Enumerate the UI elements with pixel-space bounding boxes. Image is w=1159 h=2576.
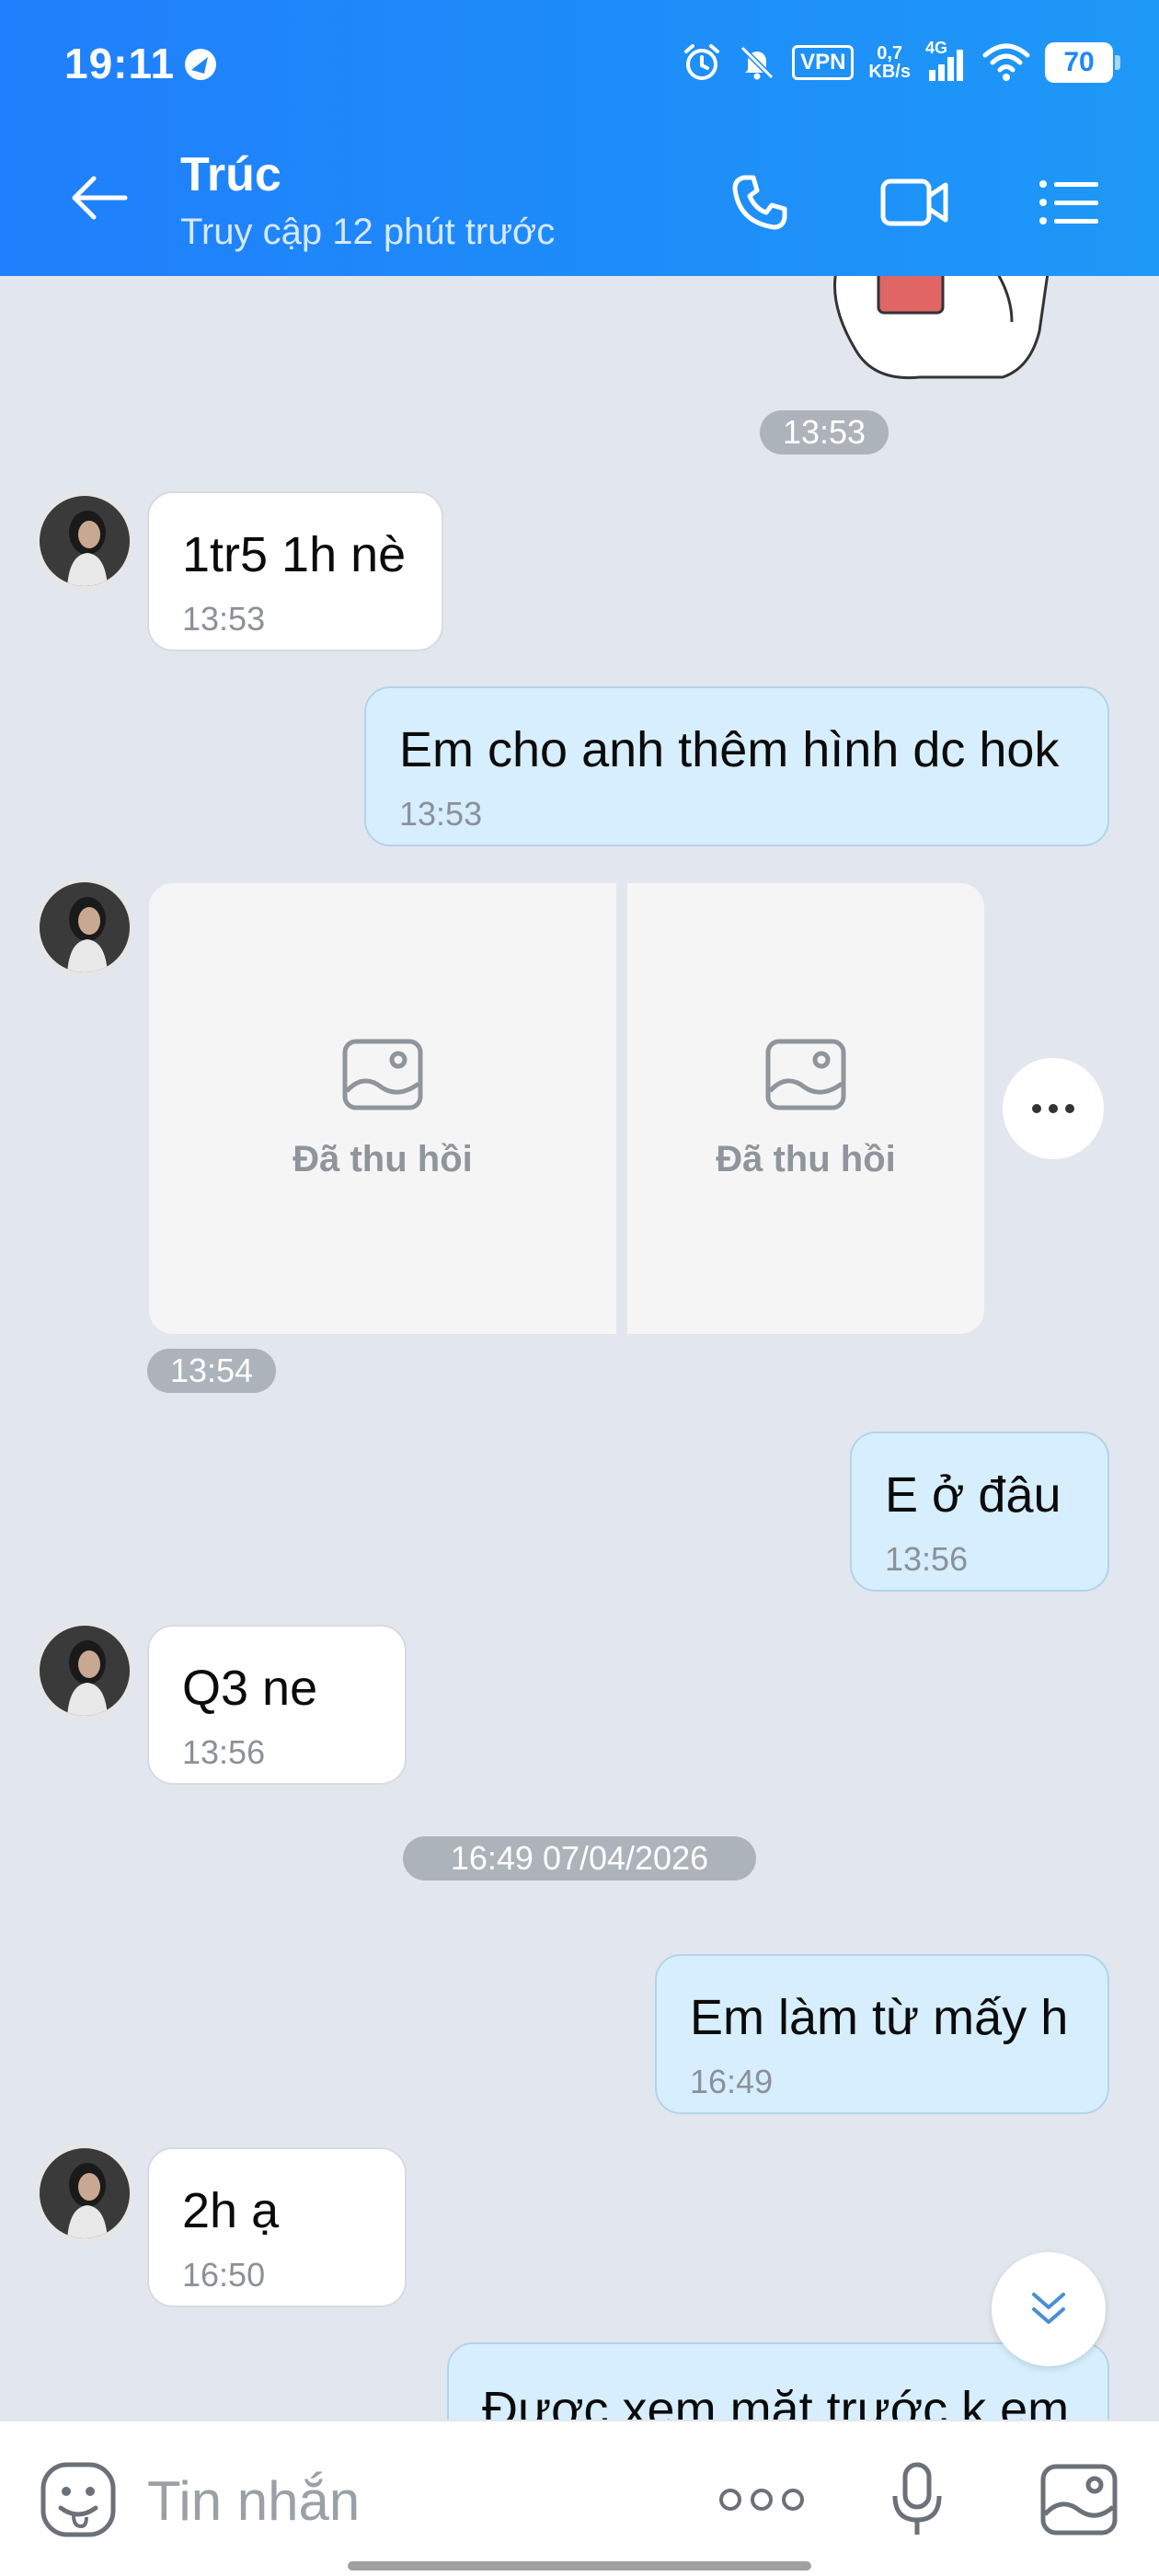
recalled-label: Đã thu hồi: [293, 1138, 473, 1179]
app-notification-icon: [185, 49, 216, 80]
time-pill: 13:54: [147, 1349, 276, 1393]
message-time: 13:53: [399, 795, 483, 833]
dot: [1049, 1104, 1058, 1113]
outgoing-message-bubble[interactable]: Em làm từ mấy h 16:49: [655, 1954, 1109, 2114]
call-button[interactable]: [723, 166, 797, 239]
signal-group: 4G: [925, 39, 968, 83]
recalled-label: Đã thu hồi: [716, 1138, 896, 1179]
bell-muted-icon: [740, 45, 775, 80]
message-text: Được xem mặt trước k em: [482, 2382, 1070, 2420]
status-icons: VPN 0,7 KB/s 4G 70: [682, 35, 1120, 90]
sticker-image[interactable]: [819, 276, 1058, 386]
video-call-icon: [880, 178, 948, 226]
recalled-image[interactable]: Đã thu hồi: [627, 883, 984, 1334]
message-text: Q3 ne: [182, 1661, 318, 1716]
phone-icon: [732, 175, 787, 230]
emoji-icon: [40, 2462, 116, 2537]
message-time: 16:50: [182, 2256, 266, 2294]
avatar[interactable]: [35, 1621, 134, 1720]
speed-value: 0,7: [877, 43, 903, 63]
avatar-photo: [40, 2148, 130, 2238]
message-time: 16:49: [690, 2063, 774, 2100]
dot: [1065, 1104, 1074, 1113]
more-options-button[interactable]: [1003, 1058, 1104, 1159]
more-actions-button[interactable]: [716, 2458, 808, 2541]
battery-level: 70: [1063, 47, 1095, 77]
message-text: Em làm từ mấy h: [690, 1990, 1069, 2045]
menu-button[interactable]: [1032, 166, 1106, 239]
wifi-icon: [982, 43, 1030, 81]
message-text: 1tr5 1h nè: [182, 527, 407, 582]
avatar[interactable]: [35, 878, 134, 977]
network-speed: 0,7 KB/s: [868, 44, 911, 81]
home-indicator[interactable]: [348, 2561, 811, 2570]
incoming-message-bubble[interactable]: 1tr5 1h nè 13:53: [147, 491, 443, 651]
voice-message-button[interactable]: [876, 2458, 958, 2541]
incoming-message-bubble[interactable]: Q3 ne 13:56: [147, 1625, 407, 1785]
image-icon: [1040, 2464, 1118, 2536]
scroll-to-bottom-button[interactable]: [992, 2252, 1106, 2366]
chevron-double-down-icon: [1032, 2293, 1065, 2324]
chat-header: 19:11 VPN 0,7 KB/s 4G 70 Trúc Truy cập 1…: [0, 0, 1159, 276]
contact-status: Truy cập 12 phút trước: [180, 212, 556, 252]
image-placeholder-icon: [765, 1039, 846, 1110]
contact-name[interactable]: Trúc: [180, 147, 281, 202]
status-time: 19:11: [64, 40, 176, 87]
speed-unit: KB/s: [868, 62, 911, 82]
avatar[interactable]: [35, 491, 134, 591]
recalled-image[interactable]: Đã thu hồi: [149, 883, 616, 1334]
outgoing-message-bubble[interactable]: Được xem mặt trước k em: [447, 2342, 1109, 2420]
menu-list-icon: [1039, 180, 1098, 224]
more-dots-icon: [719, 2489, 804, 2511]
avatar-photo: [40, 882, 130, 972]
avatar-photo: [40, 1626, 130, 1716]
message-time: 13:56: [885, 1540, 969, 1578]
outgoing-message-bubble[interactable]: E ở đâu 13:56: [850, 1432, 1109, 1592]
message-list[interactable]: 13:53 1tr5 1h nè 13:53 Em cho anh thêm h…: [0, 276, 1159, 2420]
incoming-message-bubble[interactable]: 2h ạ 16:50: [147, 2147, 407, 2307]
outgoing-message-bubble[interactable]: Em cho anh thêm hình dc hok 13:53: [364, 686, 1109, 846]
date-separator: 16:49 07/04/2026: [403, 1836, 756, 1880]
avatar[interactable]: [35, 2144, 134, 2243]
dot: [1032, 1104, 1041, 1113]
message-time: 13:53: [182, 600, 266, 638]
message-time: 13:56: [182, 1733, 266, 1771]
time-pill: 13:53: [760, 410, 889, 454]
alarm-icon: [684, 44, 720, 80]
message-text: Em cho anh thêm hình dc hok: [399, 722, 1060, 777]
message-input[interactable]: [147, 2464, 662, 2537]
video-call-button[interactable]: [878, 166, 951, 239]
microphone-icon: [892, 2462, 942, 2535]
message-text: 2h ạ: [182, 2183, 280, 2238]
composer-bar: [0, 2420, 1159, 2576]
back-arrow-icon[interactable]: [64, 166, 138, 230]
cell-signal-icon: [929, 50, 963, 81]
image-placeholder-icon: [342, 1039, 423, 1110]
battery-indicator: 70: [1045, 42, 1120, 83]
gallery-button[interactable]: [1038, 2458, 1120, 2541]
emoji-button[interactable]: [37, 2458, 120, 2541]
avatar-photo: [40, 496, 130, 586]
vpn-badge: VPN: [792, 45, 855, 80]
message-text: E ở đâu: [885, 1467, 1061, 1523]
